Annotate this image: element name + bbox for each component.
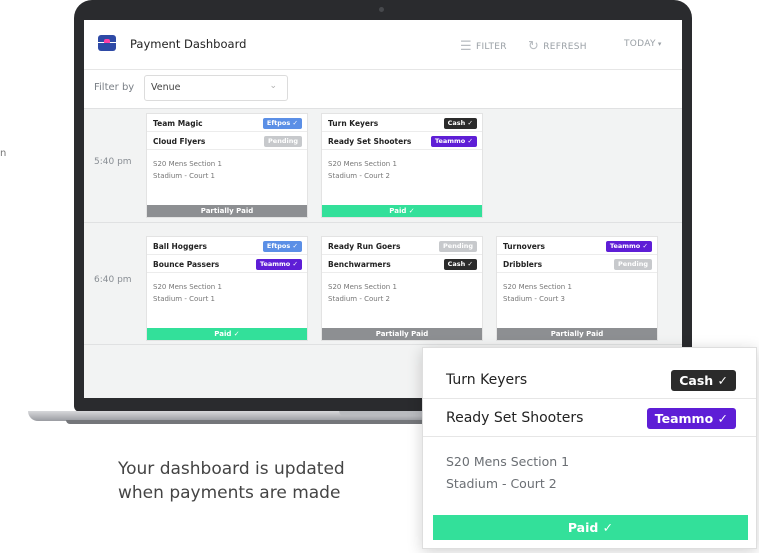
today-dropdown[interactable]: TODAY ▾ (624, 39, 662, 49)
team-row: Ready Run Goers Pending (322, 237, 482, 255)
court-name: Stadium - Court 2 (328, 295, 391, 303)
filter-bar: Filter by Venue ⌄ (84, 71, 682, 107)
filter-by-label: Filter by (94, 82, 135, 93)
caption: Your dashboard is updated when payments … (118, 457, 345, 505)
payment-badge: Cash ✓ (671, 370, 736, 391)
game-info: S20 Mens Section 1 Stadium - Court 1 (153, 281, 222, 305)
payment-badge: Eftpos ✓ (262, 241, 302, 252)
payment-badge: Cash ✓ (443, 259, 477, 270)
team-row: Ready Set Shooters Teammo ✓ (322, 132, 482, 150)
payment-badge: Teammo ✓ (646, 408, 736, 429)
court-name: Stadium - Court 2 (446, 476, 557, 491)
zoomed-game-card: Turn Keyers Cash ✓ Ready Set Shooters Te… (422, 347, 757, 549)
filter-button-label: FILTER (475, 42, 507, 52)
court-name: Stadium - Court 3 (503, 295, 566, 303)
team-row: Turn Keyers Cash ✓ (423, 362, 756, 399)
game-info: S20 Mens Section 1 Stadium - Court 1 (153, 158, 222, 182)
team-row: Ball Hoggers Eftpos ✓ (147, 237, 307, 255)
marketing-stage: n Payment Dashboard ☰ FILTER ↻ REFRESH TOD… (0, 0, 759, 553)
team-name: Team Magic (153, 119, 203, 128)
venue-select-value: Venue (151, 82, 181, 93)
payment-badge: Pending (614, 259, 652, 270)
team-name: Bounce Passers (153, 260, 220, 269)
payment-badge: Teammo ✓ (255, 259, 302, 270)
app-header: Payment Dashboard ☰ FILTER ↻ REFRESH TODAY… (84, 20, 682, 70)
team-row: Team Magic Eftpos ✓ (147, 114, 307, 132)
game-card[interactable]: Ready Run Goers Pending Benchwarmers Cas… (321, 236, 483, 341)
game-card[interactable]: Team Magic Eftpos ✓ Cloud Flyers Pending… (146, 113, 308, 218)
court-name: Stadium - Court 1 (153, 172, 216, 180)
game-info: S20 Mens Section 1 Stadium - Court 2 (328, 281, 397, 305)
payment-status: Paid ✓ (147, 328, 307, 340)
game-info: S20 Mens Section 1 Stadium - Court 3 (503, 281, 572, 305)
page-title: Payment Dashboard (130, 37, 247, 51)
payment-status: Paid ✓ (433, 515, 748, 540)
court-name: Stadium - Court 1 (153, 295, 216, 303)
team-row: Ready Set Shooters Teammo ✓ (423, 400, 756, 437)
payment-status: Partially Paid (497, 328, 657, 340)
section-name: S20 Mens Section 1 (153, 160, 222, 168)
team-name: Turn Keyers (328, 119, 379, 128)
team-name: Dribblers (503, 260, 543, 269)
today-dropdown-label: TODAY (624, 39, 656, 49)
team-row: Turn Keyers Cash ✓ (322, 114, 482, 132)
caption-line: Your dashboard is updated (118, 459, 345, 479)
laptop-notch (339, 411, 429, 416)
payment-badge: Pending (264, 136, 302, 147)
team-name: Ready Run Goers (328, 242, 401, 251)
team-row: Cloud Flyers Pending (147, 132, 307, 150)
section-name: S20 Mens Section 1 (328, 160, 397, 168)
team-row: Benchwarmers Cash ✓ (322, 255, 482, 273)
payment-badge: Cash ✓ (443, 118, 477, 129)
app-screen: Payment Dashboard ☰ FILTER ↻ REFRESH TODAY… (84, 20, 682, 398)
filter-button[interactable]: ☰ FILTER (460, 39, 507, 54)
game-card[interactable]: Ball Hoggers Eftpos ✓ Bounce Passers Tea… (146, 236, 308, 341)
payment-status: Paid ✓ (322, 205, 482, 217)
refresh-button[interactable]: ↻ REFRESH (528, 39, 587, 54)
venue-select[interactable]: Venue ⌄ (144, 75, 288, 101)
time-slot-row: 5:40 pm Team Magic Eftpos ✓ Cloud Flyers… (84, 109, 682, 222)
payment-status: Partially Paid (322, 328, 482, 340)
chevron-down-icon: ▾ (657, 40, 662, 48)
court-name: Stadium - Court 2 (328, 172, 391, 180)
logo-icon (98, 35, 116, 51)
payment-badge: Pending (439, 241, 477, 252)
section-name: S20 Mens Section 1 (153, 283, 222, 291)
team-row: Turnovers Teammo ✓ (497, 237, 657, 255)
chevron-down-icon: ⌄ (269, 81, 277, 91)
payment-badge: Teammo ✓ (430, 136, 477, 147)
team-name: Turn Keyers (446, 372, 528, 388)
section-name: S20 Mens Section 1 (446, 454, 570, 469)
caption-line: when payments are made (118, 483, 341, 503)
time-label: 5:40 pm (94, 157, 132, 167)
time-slot-row: 6:40 pm Ball Hoggers Eftpos ✓ Bounce Pas… (84, 223, 682, 343)
team-name: Turnovers (503, 242, 545, 251)
section-name: S20 Mens Section 1 (328, 283, 397, 291)
team-name: Ball Hoggers (153, 242, 207, 251)
section-name: S20 Mens Section 1 (503, 283, 572, 291)
payment-badge: Teammo ✓ (605, 241, 652, 252)
row-divider (84, 344, 682, 345)
payment-badge: Eftpos ✓ (262, 118, 302, 129)
team-name: Benchwarmers (328, 260, 391, 269)
team-row: Dribblers Pending (497, 255, 657, 273)
side-text-fragment: n (0, 148, 7, 159)
refresh-button-label: REFRESH (543, 42, 587, 52)
team-row: Bounce Passers Teammo ✓ (147, 255, 307, 273)
payment-status: Partially Paid (147, 205, 307, 217)
team-name: Ready Set Shooters (446, 410, 584, 426)
time-label: 6:40 pm (94, 275, 132, 285)
game-info: S20 Mens Section 1 Stadium - Court 2 (328, 158, 397, 182)
camera-icon (379, 7, 384, 12)
team-name: Ready Set Shooters (328, 137, 412, 146)
refresh-icon: ↻ (528, 39, 540, 54)
game-info: S20 Mens Section 1 Stadium - Court 2 (446, 451, 569, 495)
game-card[interactable]: Turn Keyers Cash ✓ Ready Set Shooters Te… (321, 113, 483, 218)
sliders-icon: ☰ (460, 39, 472, 54)
game-card[interactable]: Turnovers Teammo ✓ Dribblers Pending S20… (496, 236, 658, 341)
team-name: Cloud Flyers (153, 137, 206, 146)
